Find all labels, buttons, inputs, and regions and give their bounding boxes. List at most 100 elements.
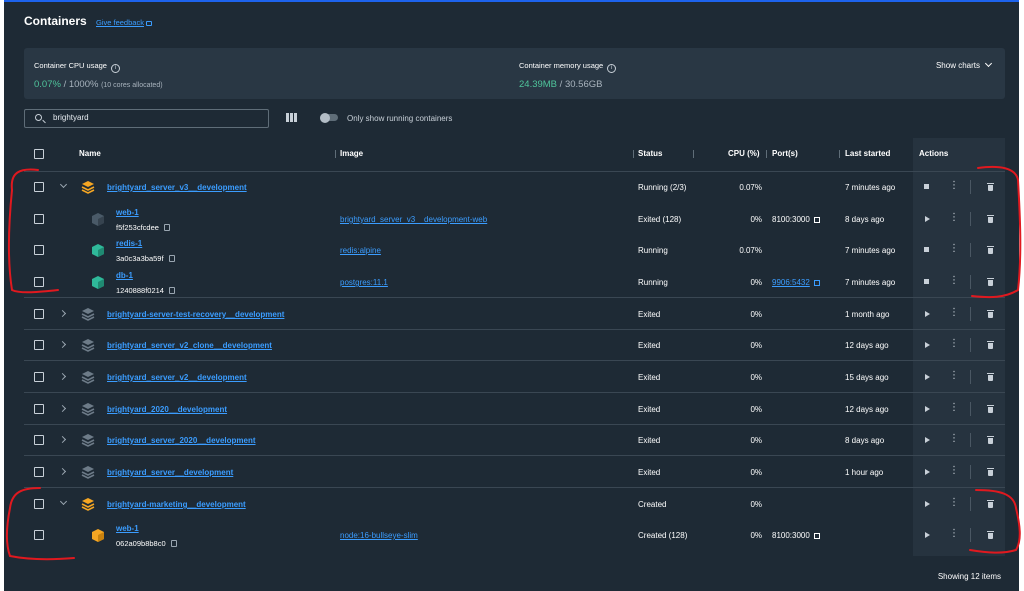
more-actions-button[interactable]: [947, 307, 959, 319]
column-divider[interactable]: [335, 150, 336, 158]
search-input[interactable]: brightyard: [24, 109, 269, 128]
port-mapping[interactable]: 8100:3000: [772, 531, 820, 540]
group-name-link[interactable]: brightyard_server_v2_clone__development: [107, 341, 272, 350]
container-group-row[interactable]: brightyard_server_v3__development Running…: [24, 172, 1005, 203]
copy-icon[interactable]: [168, 255, 175, 262]
select-all-checkbox[interactable]: [34, 149, 44, 159]
container-name-link[interactable]: redis-1: [116, 239, 142, 248]
stop-button[interactable]: [922, 182, 932, 192]
more-actions-button[interactable]: [947, 497, 959, 509]
row-checkbox[interactable]: [34, 467, 44, 477]
info-icon[interactable]: i: [607, 64, 617, 73]
delete-button[interactable]: [986, 530, 996, 540]
column-divider[interactable]: [839, 150, 840, 158]
more-actions-button[interactable]: [947, 433, 959, 445]
column-header-status[interactable]: Status: [638, 149, 662, 158]
row-checkbox[interactable]: [34, 245, 44, 255]
chevron-right-icon[interactable]: [58, 467, 67, 476]
container-group-row[interactable]: brightyard-server-test-recovery__develop…: [24, 299, 1005, 330]
delete-button[interactable]: [986, 435, 996, 445]
row-checkbox[interactable]: [34, 530, 44, 540]
container-group-row[interactable]: brightyard-marketing__development Created…: [24, 489, 1005, 520]
give-feedback-link[interactable]: Give feedback: [96, 18, 152, 27]
container-group-row[interactable]: brightyard_server__development Exited 0% 1 …: [24, 457, 1005, 488]
row-checkbox[interactable]: [34, 404, 44, 414]
image-link[interactable]: brightyard_server_v3__development-web: [340, 215, 487, 224]
row-checkbox[interactable]: [34, 277, 44, 287]
group-name-link[interactable]: brightyard_2020__development: [107, 405, 227, 414]
more-actions-button[interactable]: [947, 402, 959, 414]
row-checkbox[interactable]: [34, 435, 44, 445]
stop-button[interactable]: [922, 277, 932, 287]
delete-button[interactable]: [986, 214, 996, 224]
more-actions-button[interactable]: [947, 243, 959, 255]
delete-button[interactable]: [986, 372, 996, 382]
delete-button[interactable]: [986, 467, 996, 477]
container-name-link[interactable]: web-1: [116, 524, 139, 533]
copy-icon[interactable]: [163, 224, 170, 231]
container-row[interactable]: redis-1 3a0c3a3ba59f redis:alpine Running 0.…: [24, 235, 1005, 266]
column-header-name[interactable]: Name: [79, 149, 101, 158]
container-group-row[interactable]: brightyard_server_v2_clone__development E…: [24, 330, 1005, 361]
delete-button[interactable]: [986, 499, 996, 509]
chevron-right-icon[interactable]: [58, 372, 67, 381]
column-divider[interactable]: [633, 150, 634, 158]
chevron-right-icon[interactable]: [58, 309, 67, 318]
port-mapping[interactable]: 9906:5432: [772, 278, 820, 287]
start-button[interactable]: [922, 340, 932, 350]
info-icon[interactable]: i: [110, 64, 120, 73]
column-header-cpu[interactable]: CPU (%): [728, 149, 760, 158]
column-divider[interactable]: [693, 150, 694, 158]
more-actions-button[interactable]: [947, 528, 959, 540]
group-name-link[interactable]: brightyard-marketing__development: [107, 500, 246, 509]
more-actions-button[interactable]: [947, 338, 959, 350]
column-header-ports[interactable]: Port(s): [772, 149, 798, 158]
row-checkbox[interactable]: [34, 214, 44, 224]
row-checkbox[interactable]: [34, 309, 44, 319]
start-button[interactable]: [922, 214, 932, 224]
chevron-down-icon[interactable]: [59, 180, 68, 189]
running-only-toggle[interactable]: [320, 112, 338, 123]
container-group-row[interactable]: brightyard_2020__development Exited 0% 12 d…: [24, 394, 1005, 425]
group-name-link[interactable]: brightyard_server__development: [107, 468, 233, 477]
container-row[interactable]: web-1 062a09b8b8c0 node:16-bullseye-slim 81…: [24, 520, 1005, 551]
more-actions-button[interactable]: [947, 275, 959, 287]
start-button[interactable]: [922, 467, 932, 477]
chevron-down-icon[interactable]: [59, 497, 68, 506]
image-link[interactable]: node:16-bullseye-slim: [340, 531, 418, 540]
group-name-link[interactable]: brightyard_server_2020__development: [107, 436, 256, 445]
container-group-row[interactable]: brightyard_server_v2__development Exited 0…: [24, 362, 1005, 393]
show-charts-button[interactable]: Show charts: [936, 59, 993, 70]
delete-button[interactable]: [986, 340, 996, 350]
more-actions-button[interactable]: [947, 465, 959, 477]
chevron-right-icon[interactable]: [58, 404, 67, 413]
more-actions-button[interactable]: [947, 212, 959, 224]
columns-icon[interactable]: [286, 113, 297, 122]
container-row[interactable]: db-1 1240888f0214 postgres:11.1 9906:5432 Ru…: [24, 267, 1005, 298]
chevron-right-icon[interactable]: [58, 435, 67, 444]
start-button[interactable]: [922, 530, 932, 540]
row-checkbox[interactable]: [34, 499, 44, 509]
delete-button[interactable]: [986, 277, 996, 287]
column-divider[interactable]: [766, 150, 767, 158]
start-button[interactable]: [922, 309, 932, 319]
row-checkbox[interactable]: [34, 182, 44, 192]
column-header-last-started[interactable]: Last started: [845, 149, 890, 158]
container-row[interactable]: web-1 f5f253cfcdee brightyard_server_v3__d…: [24, 204, 1005, 235]
group-name-link[interactable]: brightyard_server_v3__development: [107, 183, 247, 192]
start-button[interactable]: [922, 404, 932, 414]
start-button[interactable]: [922, 499, 932, 509]
stop-button[interactable]: [922, 245, 932, 255]
chevron-right-icon[interactable]: [58, 340, 67, 349]
container-name-link[interactable]: web-1: [116, 208, 139, 217]
start-button[interactable]: [922, 372, 932, 382]
more-actions-button[interactable]: [947, 180, 959, 192]
group-name-link[interactable]: brightyard_server_v2__development: [107, 373, 247, 382]
start-button[interactable]: [922, 435, 932, 445]
image-link[interactable]: redis:alpine: [340, 246, 381, 255]
row-checkbox[interactable]: [34, 372, 44, 382]
container-name-link[interactable]: db-1: [116, 271, 133, 280]
more-actions-button[interactable]: [947, 370, 959, 382]
delete-button[interactable]: [986, 404, 996, 414]
delete-button[interactable]: [986, 245, 996, 255]
